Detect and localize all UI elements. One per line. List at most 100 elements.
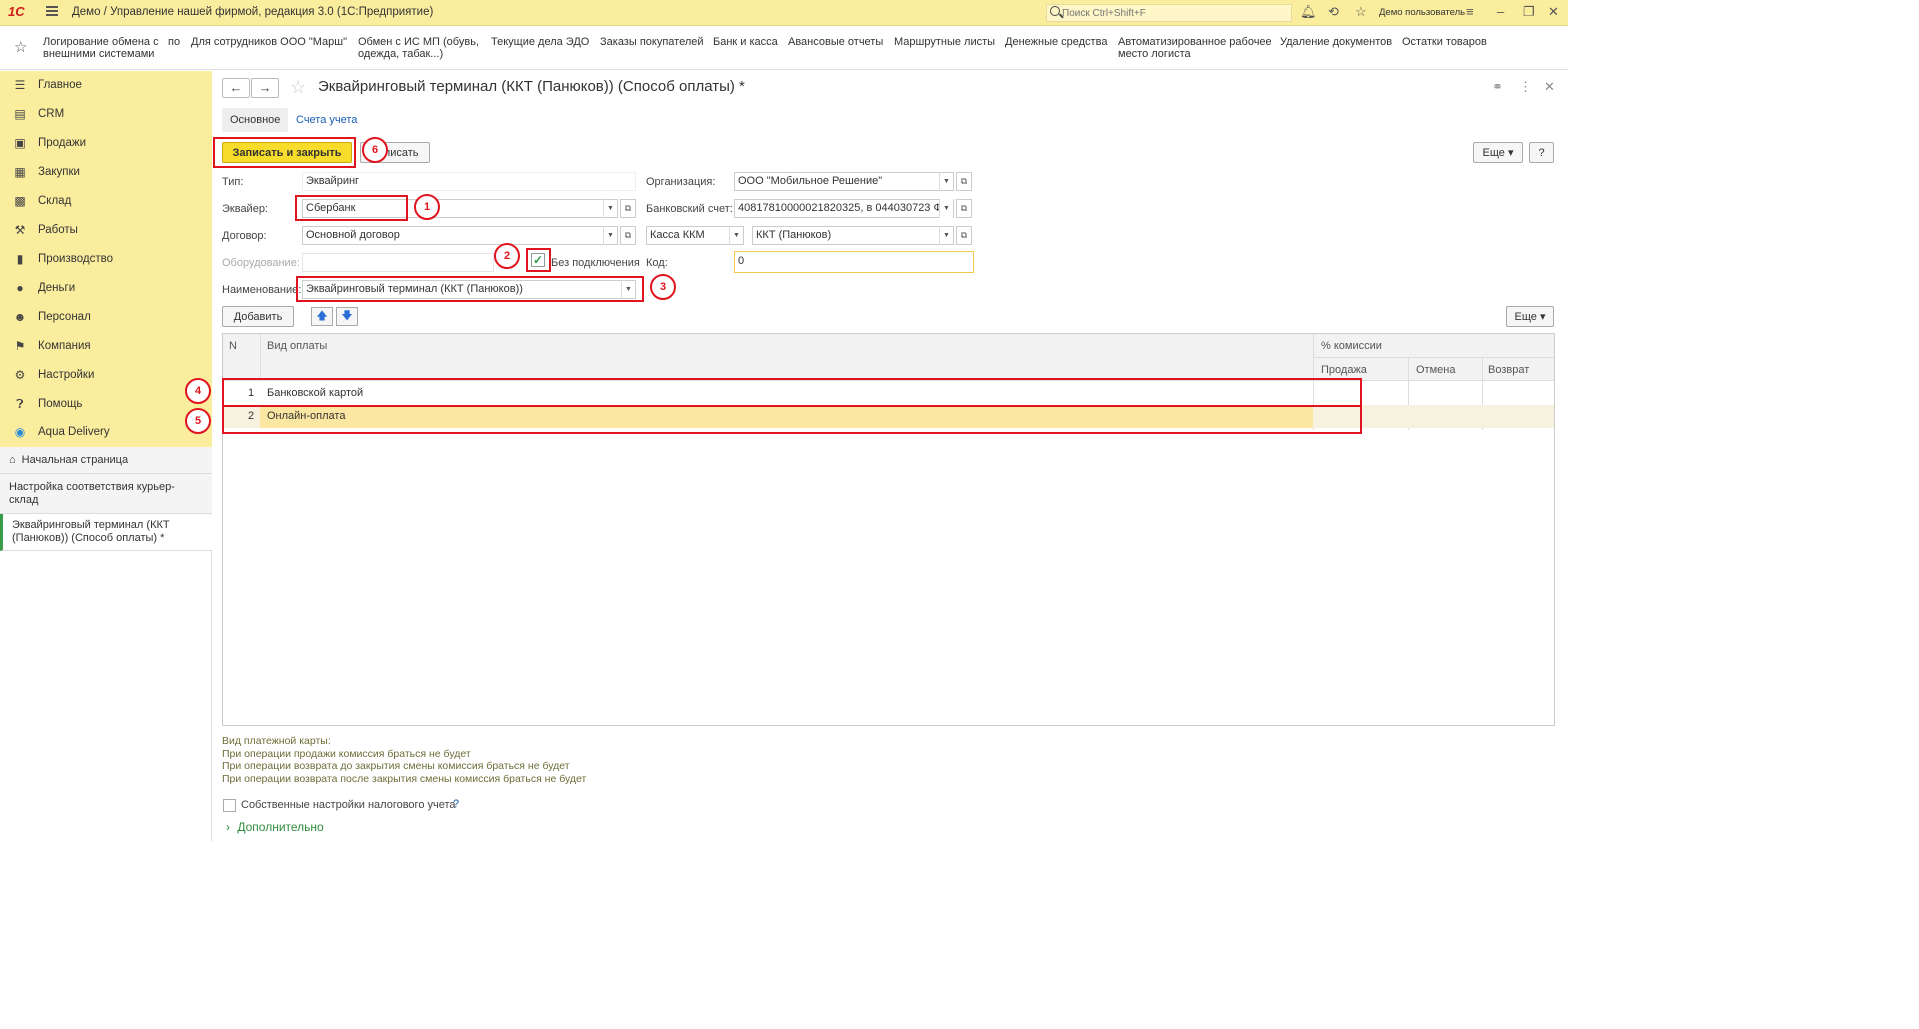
code-label: Код: — [646, 257, 668, 269]
app-title: Демо / Управление нашей фирмой, редакция… — [72, 6, 434, 18]
link-icon[interactable]: ⚭ — [1492, 79, 1503, 95]
acquirer-dropdown-icon[interactable]: ▼ — [603, 199, 617, 218]
favorite-link[interactable]: Денежные средства — [1005, 36, 1107, 48]
sidebar-item-main[interactable]: ☰ Главное — [0, 71, 212, 100]
sidebar-item-production[interactable]: ▮ Производство — [0, 245, 212, 274]
organization-field[interactable]: ООО "Мобильное Решение" — [734, 172, 954, 191]
favorite-link[interactable]: Маршрутные листы — [894, 36, 995, 48]
favorite-link[interactable]: Удаление документов — [1280, 36, 1392, 48]
column-header-sale[interactable]: Продажа — [1321, 364, 1367, 376]
bank-account-field[interactable]: 40817810000021820325, в 044030723 Ф — [734, 199, 954, 218]
own-tax-settings-checkbox[interactable] — [223, 799, 236, 812]
sidebar-item-money[interactable]: ● Деньги — [0, 274, 212, 303]
people-icon: ☻ — [13, 310, 27, 324]
settings-lines-icon[interactable]: ≡ — [1466, 4, 1474, 19]
close-icon[interactable]: ✕ — [1548, 4, 1559, 20]
cash-register-type-dropdown-icon[interactable]: ▼ — [729, 226, 743, 245]
column-header-cancel[interactable]: Отмена — [1416, 364, 1455, 376]
sidebar-item-help[interactable]: ❓︎ Помощь — [0, 390, 212, 419]
main-menu-icon[interactable] — [46, 6, 58, 16]
type-field[interactable]: Эквайринг — [302, 172, 636, 191]
sidebar-item-purchases[interactable]: ▦ Закупки — [0, 158, 212, 187]
minimize-icon[interactable]: ‒ — [1497, 4, 1504, 19]
favorite-link[interactable]: Авансовые отчеты — [788, 36, 883, 48]
organization-open-icon[interactable]: ⧉ — [956, 172, 972, 191]
home-icon: ⌂ — [9, 454, 16, 466]
forward-button[interactable]: → — [251, 78, 279, 98]
sidebar-item-warehouse[interactable]: ▩ Склад — [0, 187, 212, 216]
menu-lines-icon: ☰ — [14, 78, 26, 92]
column-header-refund[interactable]: Возврат — [1488, 364, 1529, 376]
favorite-link[interactable]: Заказы покупателей — [600, 36, 704, 48]
more-button[interactable]: Еще ▾ — [1473, 142, 1523, 163]
sidebar-item-works[interactable]: ⚒ Работы — [0, 216, 212, 245]
column-header-payment-type[interactable]: Вид оплаты — [267, 340, 327, 352]
annotation-box-save-close — [213, 137, 356, 168]
column-header-n[interactable]: N — [229, 340, 237, 352]
favorite-link[interactable]: Банк и касса — [713, 36, 778, 48]
code-field[interactable]: 0 — [734, 251, 974, 273]
bank-account-open-icon[interactable]: ⧉ — [956, 199, 972, 218]
cash-register-dropdown-icon[interactable]: ▼ — [939, 226, 953, 245]
organization-label: Организация: — [646, 176, 716, 188]
restore-icon[interactable]: ❐ — [1523, 4, 1535, 20]
own-tax-help-icon[interactable]: ? — [453, 798, 459, 810]
cash-register-field[interactable]: ККТ (Панюков) — [752, 226, 954, 245]
open-window-home[interactable]: ⌂ Начальная страница — [0, 447, 212, 474]
additional-section-toggle[interactable]: › Дополнительно — [226, 820, 324, 834]
organization-dropdown-icon[interactable]: ▼ — [939, 172, 953, 191]
back-button[interactable]: ← — [222, 78, 250, 98]
acquirer-open-icon[interactable]: ⧉ — [620, 199, 636, 218]
app-logo[interactable]: 1С — [8, 4, 25, 19]
bell-icon[interactable]: 🔔︎ — [1300, 4, 1317, 20]
add-row-button[interactable]: Добавить — [222, 306, 294, 327]
sidebar-item-settings[interactable]: ⚙ Настройки — [0, 361, 212, 390]
info-line: При операции возврата после закрытия сме… — [222, 773, 587, 785]
favorite-link[interactable]: по — [168, 36, 180, 48]
favorite-link[interactable]: Текущие дела ЭДО — [491, 36, 589, 48]
favorite-link[interactable]: Для сотрудников ООО "Марш" — [191, 36, 347, 48]
move-down-arrow-icon[interactable]: 🡇︎ — [336, 307, 358, 326]
info-line: При операции возврата до закрытия смены … — [222, 760, 570, 772]
favorite-link[interactable]: Автоматизированное рабочее место логиста — [1118, 36, 1273, 60]
user-name[interactable]: Демо пользователь — [1379, 7, 1465, 18]
close-form-icon[interactable]: ✕ — [1544, 79, 1555, 95]
move-up-arrow-icon[interactable]: 🡅︎ — [311, 307, 333, 326]
own-tax-settings-label: Собственные настройки налогового учета — [241, 799, 456, 811]
history-icon[interactable]: ⟲ — [1328, 4, 1339, 20]
favorites-star-icon[interactable]: ☆ — [14, 38, 27, 56]
sidebar-item-aqua-delivery[interactable]: ◉ Aqua Delivery — [0, 418, 212, 447]
contract-dropdown-icon[interactable]: ▼ — [603, 226, 617, 245]
bank-account-label: Банковский счет: — [646, 203, 733, 215]
equipment-field[interactable] — [302, 253, 494, 272]
favorite-link[interactable]: Обмен с ИС МП (обувь, одежда, табак...) — [358, 36, 483, 60]
sidebar-item-crm[interactable]: ▤ CRM — [0, 100, 212, 129]
header-divider — [1314, 357, 1554, 358]
contract-field[interactable]: Основной договор — [302, 226, 618, 245]
add-to-favorites-star-icon[interactable]: ☆ — [290, 77, 306, 98]
sidebar-item-company[interactable]: ⚑ Компания — [0, 332, 212, 361]
info-line: Вид платежной карты: — [222, 735, 331, 747]
favorite-link[interactable]: Логирование обмена с внешними системами — [43, 36, 163, 60]
open-window-courier-warehouse[interactable]: Настройка соответствия курьер-склад — [0, 474, 212, 514]
help-button[interactable]: ? — [1529, 142, 1554, 163]
global-search-input[interactable] — [1062, 5, 1290, 21]
star-icon[interactable]: ☆ — [1355, 4, 1367, 20]
bank-account-dropdown-icon[interactable]: ▼ — [939, 199, 953, 218]
money-icon: ● — [16, 281, 24, 295]
tab-main[interactable]: Основное — [222, 108, 289, 132]
open-window-acquiring-terminal[interactable]: Эквайринговый терминал (ККТ (Панюков)) (… — [0, 514, 212, 551]
annotation-badge-2: 2 — [494, 243, 520, 269]
annotation-divider — [222, 405, 1360, 407]
name-label: Наименование: — [222, 284, 302, 296]
favorite-link[interactable]: Остатки товаров — [1402, 36, 1487, 48]
annotation-badge-5: 5 — [185, 408, 211, 434]
contract-open-icon[interactable]: ⧉ — [620, 226, 636, 245]
cash-register-open-icon[interactable]: ⧉ — [956, 226, 972, 245]
tab-accounts[interactable]: Счета учета — [288, 108, 365, 132]
sidebar-item-personnel[interactable]: ☻ Персонал — [0, 303, 212, 332]
annotation-box-checkbox — [526, 248, 551, 272]
sidebar-item-sales[interactable]: ▣ Продажи — [0, 129, 212, 158]
more-vertical-icon[interactable]: ⋮ — [1519, 79, 1532, 95]
table-more-button[interactable]: Еще ▾ — [1506, 306, 1554, 327]
